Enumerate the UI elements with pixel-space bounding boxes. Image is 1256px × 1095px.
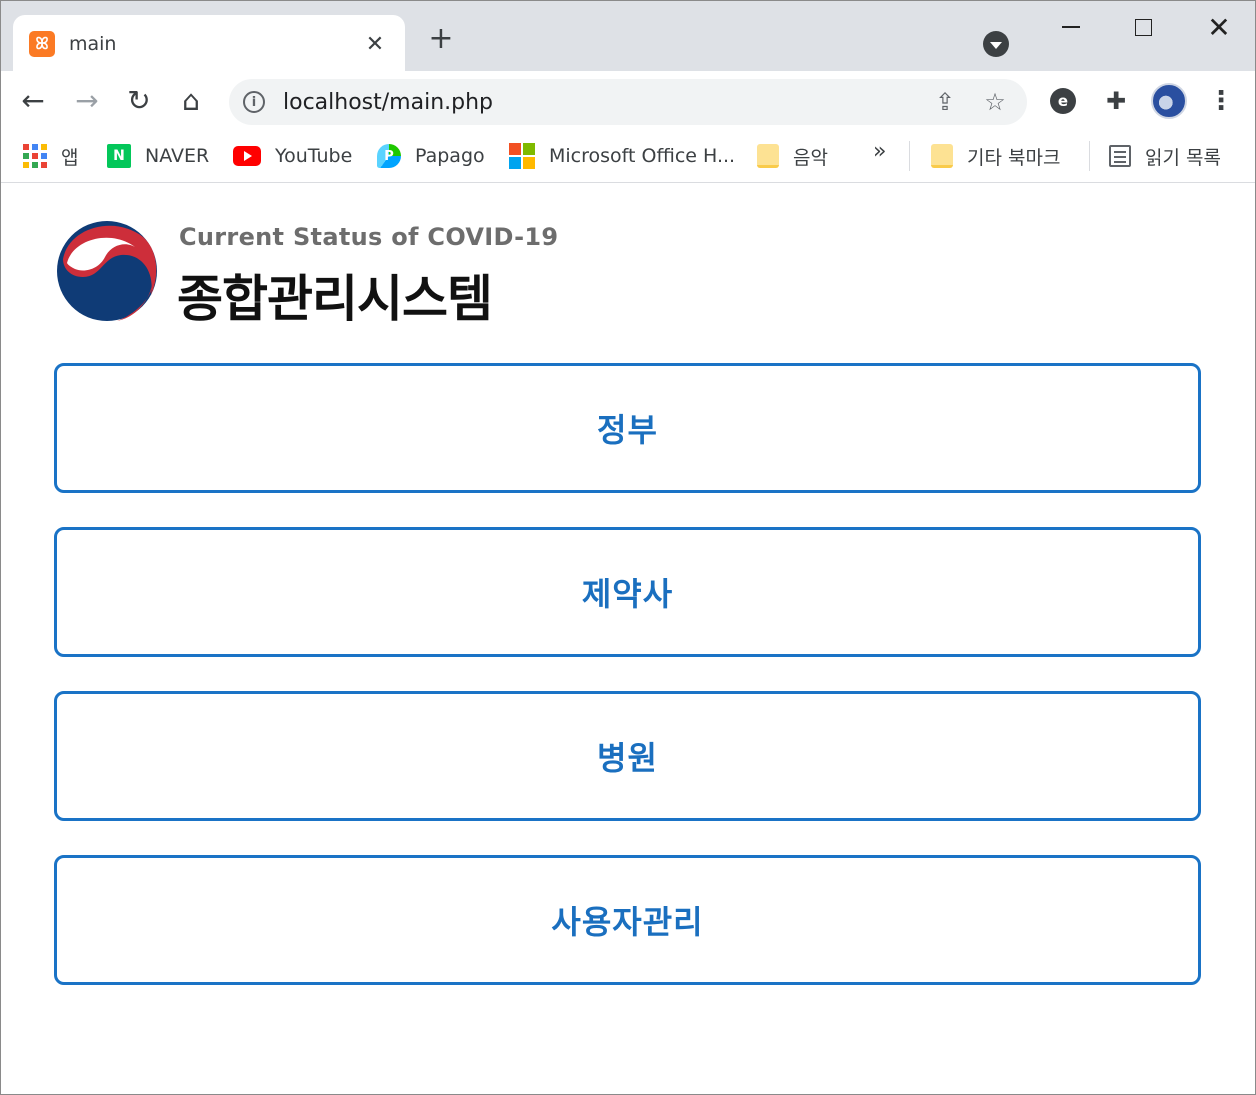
menu-dots-icon[interactable]: ⋮: [1203, 83, 1239, 119]
bookmark-folder-other[interactable]: 기타 북마크: [931, 141, 1060, 171]
bookmark-label: Microsoft Office H...: [549, 145, 736, 167]
folder-icon: [931, 144, 953, 168]
toolbar: ← → ↻ ⌂ i localhost/main.php ⇪ ☆ e ✚ ⋮: [1, 71, 1255, 131]
bookmark-label: 기타 북마크: [967, 146, 1061, 169]
government-emblem-icon: [57, 221, 157, 321]
microsoft-icon: [509, 143, 535, 169]
bookmark-apps[interactable]: 앱: [23, 141, 78, 171]
tab-main[interactable]: ꕤ main ✕: [13, 15, 405, 73]
bookmark-youtube[interactable]: YouTube: [233, 141, 352, 171]
bookmark-separator: [1089, 141, 1090, 171]
forward-icon[interactable]: →: [69, 83, 105, 119]
tab-close-icon[interactable]: ✕: [361, 32, 389, 57]
minimize-icon[interactable]: [1043, 9, 1099, 45]
maximize-icon[interactable]: [1115, 9, 1171, 45]
browser-window: ꕤ main ✕ + ✕ ← → ↻ ⌂ i localhost/main.ph…: [0, 0, 1256, 1095]
bookmark-label: NAVER: [145, 145, 210, 167]
bookmark-separator: [909, 141, 910, 171]
tab-title: main: [69, 33, 117, 55]
bookmark-label: YouTube: [275, 145, 353, 167]
bookmark-label: 읽기 목록: [1145, 146, 1221, 169]
folder-icon: [757, 144, 779, 168]
button-label: 병원: [597, 739, 658, 777]
url-text[interactable]: localhost/main.php: [283, 90, 913, 115]
youtube-icon: [233, 146, 261, 166]
page-header: Current Status of COVID-19 종합관리시스템: [55, 219, 559, 328]
page-title: 종합관리시스템: [177, 270, 493, 328]
bookmark-star-icon[interactable]: ☆: [977, 84, 1013, 120]
bookmark-microsoft-office[interactable]: Microsoft Office H...: [509, 141, 735, 171]
hospital-button[interactable]: 병원: [54, 691, 1201, 821]
profile-avatar[interactable]: [1151, 83, 1187, 119]
reload-icon[interactable]: ↻: [121, 83, 157, 119]
new-tab-icon[interactable]: +: [425, 23, 457, 55]
reading-list-icon: [1109, 145, 1131, 167]
government-button[interactable]: 정부: [54, 363, 1201, 493]
bookmark-label: 음악: [793, 146, 828, 169]
share-icon[interactable]: ⇪: [927, 84, 963, 120]
papago-icon: P: [377, 144, 401, 168]
button-label: 사용자관리: [551, 903, 704, 941]
bookmark-folder-music[interactable]: 음악: [757, 141, 828, 171]
user-management-button[interactable]: 사용자관리: [54, 855, 1201, 985]
bookmark-label: Papago: [415, 145, 485, 167]
close-window-icon[interactable]: ✕: [1191, 9, 1247, 45]
extensions-puzzle-icon[interactable]: ✚: [1098, 83, 1134, 119]
address-bar[interactable]: i localhost/main.php ⇪ ☆: [229, 79, 1027, 125]
extension-e-icon[interactable]: e: [1045, 83, 1081, 119]
page-subtitle: Current Status of COVID-19: [179, 223, 559, 251]
button-label: 정부: [597, 411, 658, 449]
bookmark-papago[interactable]: P Papago: [377, 141, 485, 171]
tab-strip: ꕤ main ✕ + ✕: [1, 1, 1255, 73]
back-icon[interactable]: ←: [15, 83, 51, 119]
naver-icon: N: [107, 144, 131, 168]
apps-grid-icon: [23, 144, 47, 168]
button-label: 제약사: [581, 575, 674, 613]
bookmarks-overflow-icon[interactable]: »: [873, 139, 886, 164]
home-icon[interactable]: ⌂: [173, 83, 209, 119]
reading-list[interactable]: 읽기 목록: [1109, 141, 1221, 171]
xampp-favicon-icon: ꕤ: [29, 31, 55, 57]
pharma-button[interactable]: 제약사: [54, 527, 1201, 657]
bookmark-label: 앱: [61, 146, 79, 169]
tab-search-icon[interactable]: [983, 31, 1009, 57]
site-info-icon[interactable]: i: [243, 91, 265, 113]
bookmark-naver[interactable]: N NAVER: [107, 141, 209, 171]
